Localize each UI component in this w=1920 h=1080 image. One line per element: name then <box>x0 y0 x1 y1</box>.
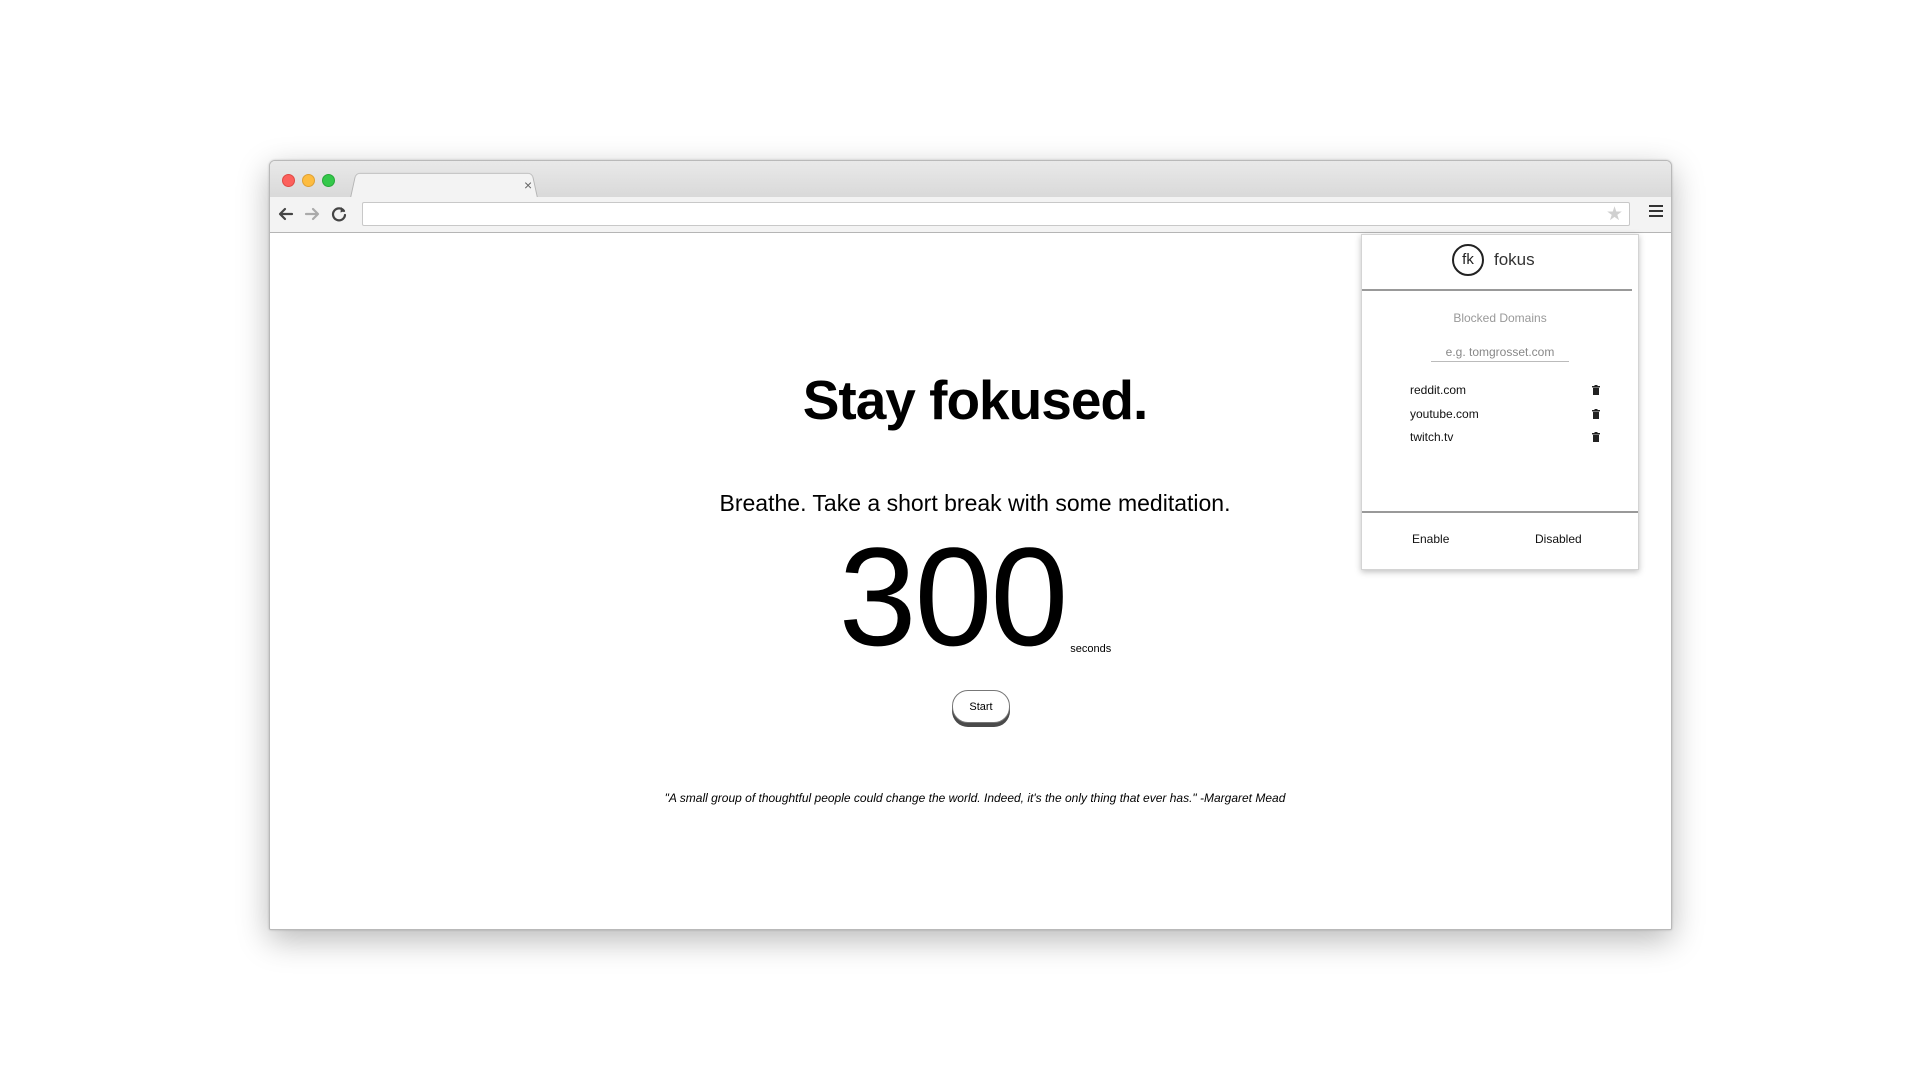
popup-header: fk fokus <box>1362 235 1632 291</box>
minimize-window-button[interactable] <box>302 174 315 187</box>
domain-label: youtube.com <box>1410 406 1479 421</box>
fokus-logo-icon: fk <box>1452 244 1484 276</box>
star-icon[interactable]: ★ <box>1606 205 1623 224</box>
popup-footer: Enable Disabled <box>1362 511 1638 546</box>
browser-tab[interactable] <box>350 172 538 198</box>
domain-label: twitch.tv <box>1410 430 1454 444</box>
trash-icon[interactable] <box>1592 385 1600 395</box>
tab-close-icon[interactable]: × <box>524 178 532 192</box>
start-button[interactable]: Start <box>952 690 1010 723</box>
trash-icon[interactable] <box>1592 408 1600 419</box>
close-window-button[interactable] <box>282 174 295 187</box>
disabled-button[interactable]: Disabled <box>1535 532 1582 546</box>
forward-arrow-icon[interactable] <box>301 203 323 225</box>
domain-label: reddit.com <box>1410 383 1467 397</box>
browser-toolbar: ★ <box>270 197 1671 233</box>
back-arrow-icon[interactable] <box>275 203 297 225</box>
blocked-domain-item: youtube.com <box>1410 407 1600 431</box>
blocked-domain-list: reddit.com youtube.com twitch.tv <box>1410 383 1600 454</box>
brand-name: fokus <box>1494 250 1535 269</box>
title-bar: × <box>270 161 1671 198</box>
blocked-domain-item: twitch.tv <box>1410 430 1600 454</box>
timer-unit: seconds <box>1070 643 1112 655</box>
zoom-window-button[interactable] <box>322 174 335 187</box>
address-bar[interactable]: ★ <box>362 202 1630 226</box>
quote: "A small group of thoughtful people coul… <box>664 791 1286 805</box>
blocked-domain-item: reddit.com <box>1410 383 1600 407</box>
hamburger-menu-icon[interactable] <box>1649 205 1663 220</box>
timer-value: 300 <box>838 518 1069 675</box>
enable-button[interactable]: Enable <box>1412 532 1449 546</box>
domain-input[interactable] <box>1431 343 1569 362</box>
trash-icon[interactable] <box>1592 432 1600 442</box>
blocked-domains-title: Blocked Domains <box>1453 311 1547 325</box>
fokus-extension-popup: fk fokus Blocked Domains reddit.com yout… <box>1361 234 1639 570</box>
reload-icon[interactable] <box>328 203 350 225</box>
